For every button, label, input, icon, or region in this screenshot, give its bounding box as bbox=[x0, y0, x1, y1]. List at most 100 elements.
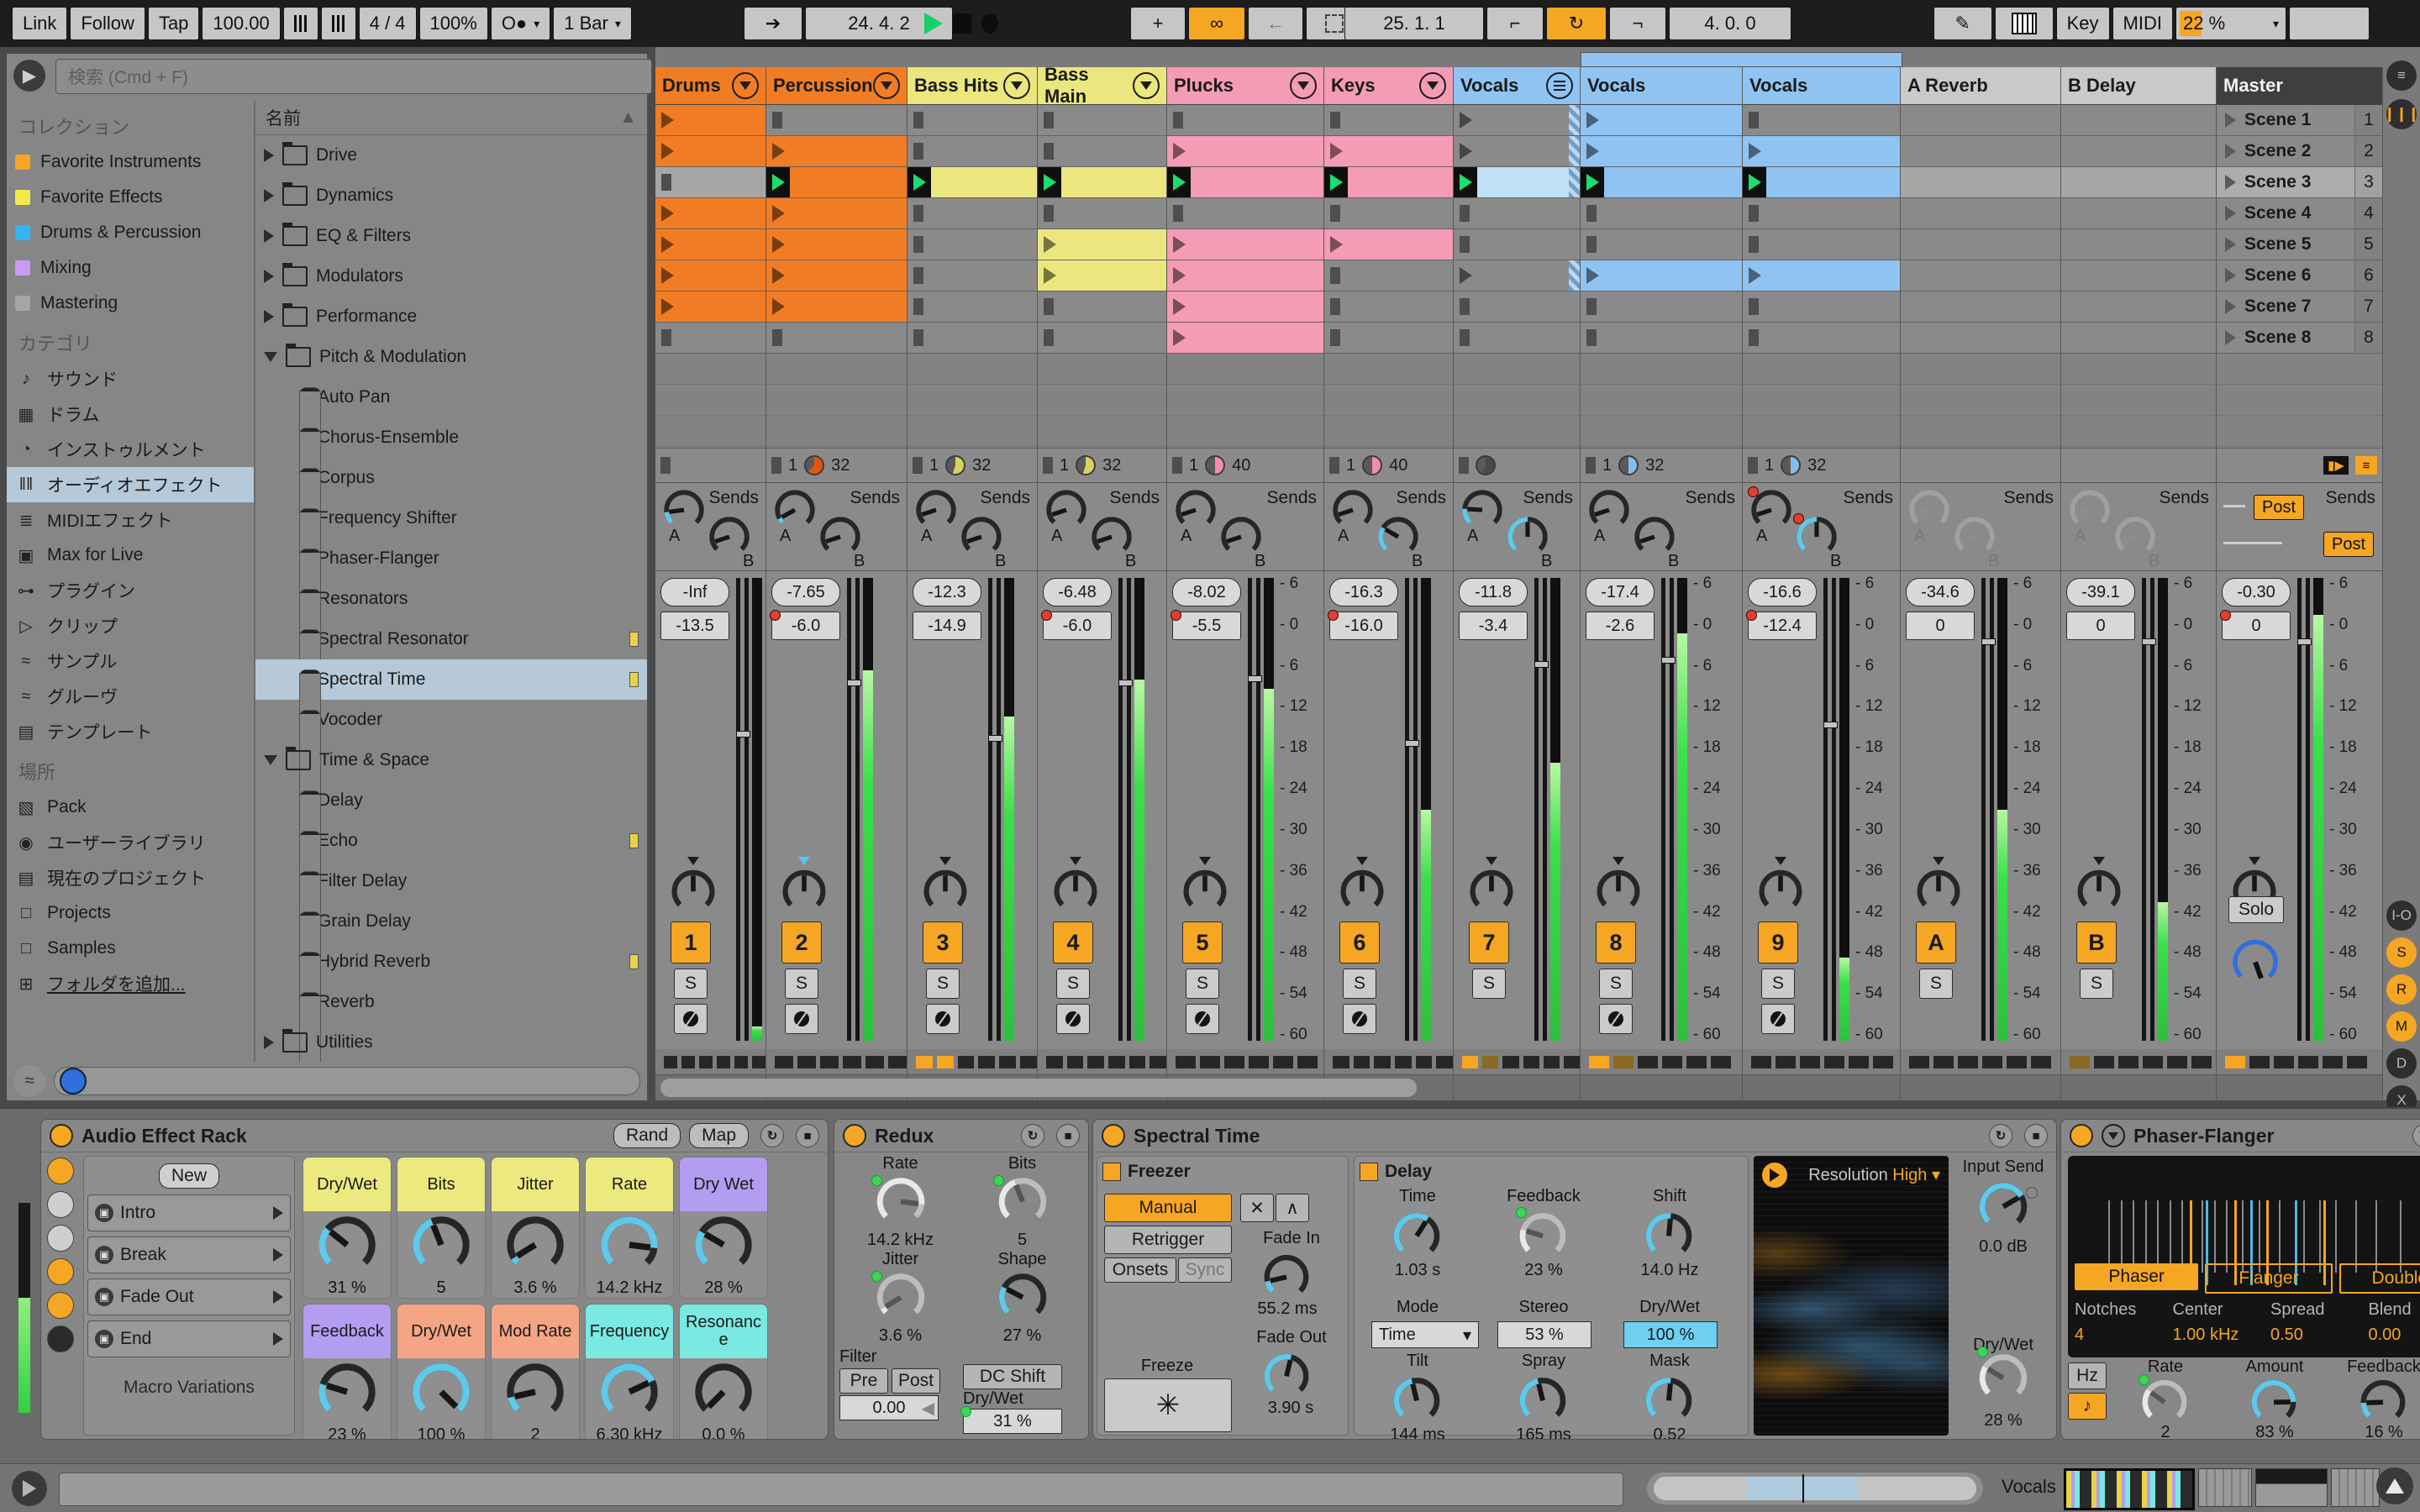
bits-knob[interactable] bbox=[992, 1173, 1049, 1231]
save-preset-icon[interactable]: ■ bbox=[796, 1124, 819, 1147]
track-fold-icon[interactable] bbox=[732, 72, 759, 99]
sidebar-item-collection[interactable]: Favorite Effects bbox=[7, 180, 254, 215]
link-button[interactable]: Link bbox=[12, 7, 68, 40]
pan-control[interactable] bbox=[1756, 857, 1805, 918]
clip-play-icon[interactable] bbox=[772, 298, 785, 315]
scene-row[interactable]: Scene 4 4 bbox=[2217, 198, 2382, 229]
browser-collapse-button[interactable]: ▶ bbox=[13, 60, 45, 92]
clip-stop-button[interactable] bbox=[1460, 329, 1470, 346]
clip-stop-button[interactable] bbox=[1460, 236, 1470, 253]
sidebar-item-place[interactable]: ▧ Pack bbox=[7, 790, 254, 825]
scene-row[interactable]: Scene 3 3 bbox=[2217, 167, 2382, 198]
clip-slot[interactable] bbox=[1743, 323, 1900, 354]
clip-stop-button[interactable] bbox=[1044, 143, 1054, 160]
scene-launch-icon[interactable] bbox=[2225, 299, 2236, 314]
send-a-post-button[interactable]: Post bbox=[2254, 495, 2304, 520]
scene-overview-button[interactable]: ≡ bbox=[2386, 60, 2417, 91]
sidebar-item-category[interactable]: ▦ ドラム bbox=[7, 396, 254, 432]
clip-playing-icon[interactable] bbox=[1038, 167, 1061, 197]
clip-slot[interactable] bbox=[1167, 291, 1323, 323]
hot-swap-icon[interactable]: ↻ bbox=[1989, 1124, 2012, 1147]
chevron-right-icon[interactable] bbox=[264, 270, 274, 283]
track-solo-button[interactable]: S bbox=[1472, 969, 1506, 999]
clip-slot[interactable] bbox=[1581, 260, 1742, 291]
volume-fader[interactable] bbox=[2142, 578, 2156, 1041]
save-preset-icon[interactable]: ■ bbox=[2024, 1124, 2048, 1147]
session-hscrollbar[interactable] bbox=[660, 1079, 1417, 1097]
variation-launch-icon[interactable] bbox=[273, 1290, 283, 1304]
variation-row[interactable]: ▣ Fade Out bbox=[87, 1278, 291, 1315]
clip-stop-button[interactable] bbox=[1460, 205, 1470, 222]
clip-slot[interactable] bbox=[1743, 136, 1900, 167]
scene-row[interactable]: Scene 6 6 bbox=[2217, 260, 2382, 291]
param-value[interactable]: 1.00 kHz bbox=[2173, 1326, 2271, 1345]
clip-slot[interactable] bbox=[2061, 167, 2216, 198]
list-item-device[interactable]: Echo bbox=[255, 821, 647, 1062]
feedback-knob[interactable] bbox=[1516, 1207, 1568, 1264]
macro-knob[interactable] bbox=[410, 1358, 472, 1425]
clip-playing-icon[interactable] bbox=[1454, 167, 1477, 197]
camera-icon[interactable]: ▣ bbox=[95, 1246, 113, 1264]
clip-slot[interactable] bbox=[1038, 291, 1166, 323]
track-header[interactable]: B Delay bbox=[2061, 67, 2216, 105]
track-activator-button[interactable]: 2 bbox=[781, 921, 822, 963]
clip-play-icon[interactable] bbox=[661, 236, 674, 253]
device-chain-minimap[interactable] bbox=[2064, 1468, 2380, 1510]
clip-playing-icon[interactable] bbox=[1167, 167, 1191, 197]
fader-handle[interactable] bbox=[2142, 638, 2156, 645]
tempo-field[interactable]: 100.00 bbox=[202, 7, 281, 40]
clip-stop-button[interactable] bbox=[772, 329, 782, 346]
freeze-up-button[interactable]: ∧ bbox=[1276, 1194, 1309, 1222]
clip-slot[interactable] bbox=[1167, 198, 1323, 229]
track-activator-button[interactable]: 5 bbox=[1182, 921, 1223, 963]
track-activator-button[interactable]: 4 bbox=[1053, 921, 1093, 963]
track-arm-button[interactable] bbox=[1186, 1004, 1219, 1034]
pan-control[interactable] bbox=[921, 857, 970, 918]
track-stop-button[interactable] bbox=[771, 457, 781, 474]
sidebar-item-category[interactable]: ▷ クリップ bbox=[7, 608, 254, 643]
minimap-device-thumb[interactable] bbox=[2198, 1468, 2252, 1507]
punch-out-button[interactable]: ¬ bbox=[1609, 7, 1666, 40]
quantization-menu[interactable]: 1 Bar ▾ bbox=[553, 7, 632, 40]
rate-knob[interactable] bbox=[871, 1173, 927, 1231]
device-title-bar[interactable]: Phaser-Flanger↻■ bbox=[2061, 1120, 2420, 1152]
fade-in-knob[interactable] bbox=[1262, 1251, 1311, 1305]
clip-playing-icon[interactable] bbox=[1743, 167, 1766, 197]
clip-stop-button[interactable] bbox=[661, 174, 671, 191]
sidebar-item-collection[interactable]: Drums & Percussion bbox=[7, 215, 254, 250]
clip-stop-button[interactable] bbox=[913, 267, 923, 284]
track-header[interactable]: Vocals bbox=[1581, 67, 1742, 105]
loop-button[interactable]: ↻ bbox=[1546, 7, 1607, 40]
list-item-folder[interactable]: Pitch & Modulation bbox=[255, 337, 647, 377]
clip-play-icon[interactable] bbox=[1586, 143, 1599, 160]
track-solo-button[interactable]: S bbox=[2080, 969, 2113, 999]
fader-handle[interactable] bbox=[847, 680, 861, 687]
input-send-knob[interactable] bbox=[1977, 1179, 2038, 1236]
clip-slot[interactable] bbox=[1324, 136, 1453, 167]
clip-play-icon[interactable] bbox=[661, 112, 674, 129]
track-header[interactable]: Master bbox=[2217, 67, 2382, 105]
clip-slot[interactable] bbox=[1324, 105, 1453, 136]
clip-play-icon[interactable] bbox=[661, 205, 674, 222]
clip-stop-button[interactable] bbox=[913, 298, 923, 315]
chevron-right-icon[interactable] bbox=[264, 310, 274, 323]
track-stop-button[interactable] bbox=[1329, 457, 1339, 474]
macro-knob[interactable] bbox=[410, 1211, 472, 1278]
track-fold-icon[interactable] bbox=[1133, 72, 1160, 99]
clip-slot[interactable] bbox=[1901, 260, 2060, 291]
fader-handle[interactable] bbox=[1248, 675, 1262, 682]
sidebar-item-category[interactable]: ≈ グルーヴ bbox=[7, 679, 254, 714]
group-slot-play-icon[interactable] bbox=[1460, 267, 1472, 284]
chevron-right-icon[interactable] bbox=[264, 1036, 274, 1049]
stereo-field[interactable]: 53 % bbox=[1497, 1321, 1591, 1348]
group-slot-play-icon[interactable] bbox=[1460, 112, 1472, 129]
new-midi-track-button[interactable]: + bbox=[1130, 7, 1186, 40]
track-stop-button[interactable] bbox=[660, 457, 671, 474]
fader-handle[interactable] bbox=[1981, 638, 1996, 645]
track-activator-button[interactable]: 9 bbox=[1758, 921, 1798, 963]
delay-section-toggle[interactable]: D bbox=[2386, 1048, 2417, 1079]
clip-stop-button[interactable] bbox=[1749, 329, 1759, 346]
track-stop-button[interactable] bbox=[1586, 457, 1596, 474]
list-item-device[interactable]: Spectral Time bbox=[255, 659, 647, 990]
mode-doubler-button[interactable]: Doubler bbox=[2338, 1263, 2420, 1294]
